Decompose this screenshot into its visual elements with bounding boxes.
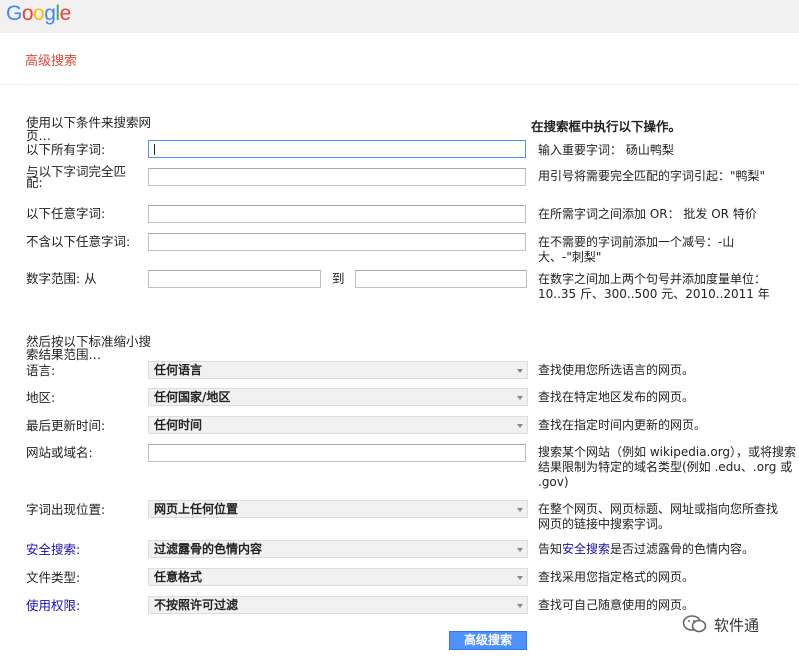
file-type-hint: 查找采用您指定格式的网页。	[538, 570, 695, 584]
exact-phrase-hint: 用引号将需要完全匹配的字词引起："鸭梨"	[538, 169, 766, 183]
all-words-label: 以下所有字词:	[26, 142, 106, 157]
terms-appearing-select[interactable]: 网页上任何位置	[148, 500, 528, 518]
number-range-hint: 在数字之间加上两个句号并添加度量单位：10..35 斤、300..500 元、2…	[538, 272, 770, 301]
top-bar: Google	[0, 0, 799, 33]
page-title: 高级搜索	[25, 54, 78, 69]
file-type-label: 文件类型:	[26, 570, 81, 585]
section1-heading: 使用以下条件来搜索网页…	[26, 115, 152, 143]
none-words-input[interactable]	[148, 233, 526, 251]
language-value: 任何语言	[154, 363, 203, 377]
dropdown-arrow-icon	[517, 424, 523, 428]
region-select[interactable]: 任何国家/地区	[148, 388, 528, 406]
terms-appearing-label: 字词出现位置:	[26, 502, 106, 517]
none-words-label: 不含以下任意字词:	[26, 234, 131, 249]
safesearch-value: 过滤露骨的色情内容	[154, 542, 263, 556]
logo-letter: g	[44, 2, 56, 25]
usage-rights-value: 不按照许可过滤	[154, 598, 239, 612]
safesearch-hint-pre: 告知	[538, 542, 563, 556]
safesearch-select[interactable]: 过滤露骨的色情内容	[148, 540, 528, 558]
range-to-input[interactable]	[355, 270, 527, 288]
site-domain-hint: 搜索某个网站（例如 wikipedia.org），或将搜索结果限制为特定的域名类…	[538, 445, 797, 489]
dropdown-arrow-icon	[517, 369, 523, 373]
range-from-input[interactable]	[148, 270, 321, 288]
right-column-heading: 在搜索框中执行以下操作。	[531, 119, 682, 134]
logo-letter: e	[59, 2, 72, 25]
safesearch-hint: 告知安全搜索是否过滤露骨的色情内容。	[538, 542, 799, 557]
google-logo[interactable]: Google	[6, 2, 71, 26]
advanced-search-button[interactable]: 高级搜索	[449, 631, 527, 650]
all-words-hint: 输入重要字词： 砀山鸭梨	[538, 143, 674, 157]
title-bar: 高级搜索	[0, 33, 799, 85]
any-words-hint: 在所需字词之间添加 OR： 批发 OR 特价	[538, 207, 757, 221]
watermark: 软件通	[682, 614, 759, 636]
exact-phrase-label: 与以下字词完全匹配:	[26, 164, 127, 190]
logo-letter: o	[33, 2, 45, 25]
dropdown-arrow-icon	[517, 604, 523, 608]
all-words-input[interactable]	[148, 140, 526, 158]
watermark-text: 软件通	[714, 616, 760, 635]
range-to-label: 到	[332, 271, 345, 286]
language-hint: 查找使用您所选语言的网页。	[538, 363, 695, 377]
safesearch-link[interactable]: 安全搜索:	[26, 543, 80, 557]
text-caret	[154, 144, 155, 155]
region-value: 任何国家/地区	[154, 390, 231, 404]
language-label: 语言:	[26, 363, 56, 378]
exact-phrase-input[interactable]	[148, 168, 526, 186]
number-range-label: 数字范围: 从	[26, 271, 97, 286]
usage-rights-select[interactable]: 不按照许可过滤	[148, 596, 528, 614]
file-type-value: 任意格式	[154, 570, 203, 584]
logo-letter: G	[6, 2, 22, 25]
any-words-input[interactable]	[148, 205, 526, 223]
usage-rights-link[interactable]: 使用权限:	[26, 599, 80, 613]
language-select[interactable]: 任何语言	[148, 361, 528, 379]
dropdown-arrow-icon	[517, 396, 523, 400]
section2-heading: 然后按以下标准缩小搜索结果范围…	[26, 334, 152, 362]
none-words-hint: 在不需要的字词前添加一个减号：-山大、-"刺梨"	[538, 235, 735, 264]
terms-appearing-hint: 在整个网页、网页标题、网址或指向您所查找网页的链接中搜索字词。	[538, 502, 779, 531]
last-update-value: 任何时间	[154, 418, 203, 432]
region-hint: 查找在特定地区发布的网页。	[538, 390, 695, 404]
logo-letter: o	[21, 2, 34, 25]
last-update-select[interactable]: 任何时间	[148, 416, 528, 434]
last-update-label: 最后更新时间:	[26, 418, 106, 433]
file-type-select[interactable]: 任意格式	[148, 568, 528, 586]
safesearch-hint-post: 是否过滤露骨的色情内容。	[610, 542, 755, 556]
dropdown-arrow-icon	[517, 508, 523, 512]
dropdown-arrow-icon	[517, 548, 523, 552]
site-domain-input[interactable]	[148, 444, 526, 462]
wechat-icon	[682, 614, 708, 638]
region-label: 地区:	[26, 390, 56, 405]
usage-rights-hint: 查找可自己随意使用的网页。	[538, 598, 695, 612]
site-domain-label: 网站或域名:	[26, 445, 93, 460]
dropdown-arrow-icon	[517, 576, 523, 580]
terms-appearing-value: 网页上任何位置	[154, 502, 239, 516]
last-update-hint: 查找在指定时间内更新的网页。	[538, 418, 707, 432]
any-words-label: 以下任意字词:	[26, 206, 106, 221]
safesearch-hint-link[interactable]: 安全搜索	[562, 542, 610, 556]
